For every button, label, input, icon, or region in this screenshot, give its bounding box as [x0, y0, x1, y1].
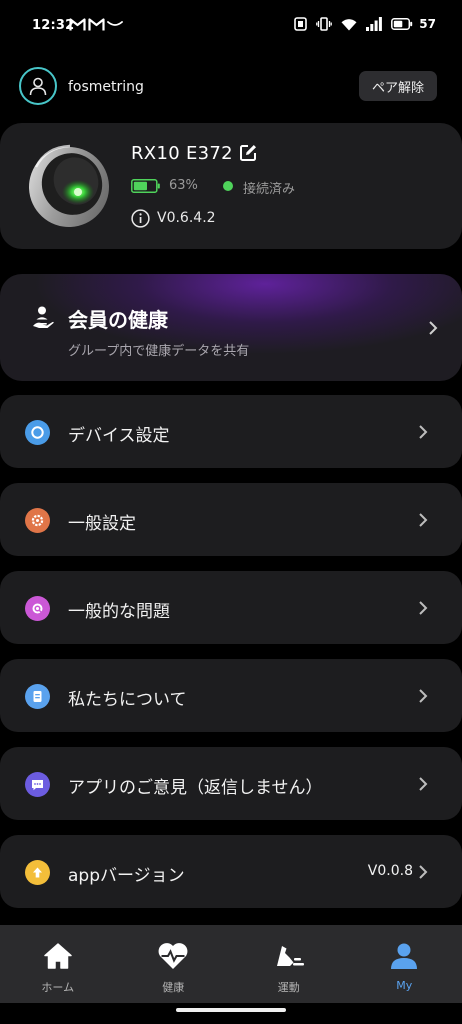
nfc-icon — [294, 17, 308, 31]
menu-row-feedback[interactable]: アプリのご意見（返信しません） — [0, 747, 462, 820]
edit-icon[interactable] — [238, 143, 258, 163]
general-settings-icon — [25, 508, 50, 533]
nav-label: 健康 — [162, 981, 185, 994]
chevron-right-icon — [419, 689, 428, 703]
app-version-value: V0.0.8 — [367, 863, 413, 879]
bottom-navigation: ホーム 健康 運動 My — [0, 925, 462, 1003]
gmail-icon — [88, 18, 105, 31]
connection-status-dot — [223, 181, 233, 191]
info-icon — [131, 209, 150, 228]
nav-label: My — [396, 979, 413, 992]
menu-row-label: 私たちについて — [68, 690, 187, 710]
person-outline-icon — [29, 77, 47, 96]
avatar[interactable] — [19, 67, 57, 105]
menu-row-label: appバージョン — [68, 866, 185, 886]
nav-tab-my[interactable]: My — [347, 925, 462, 1003]
wifi-icon — [341, 18, 357, 30]
dash-icon — [107, 21, 123, 26]
chevron-right-icon — [429, 321, 438, 335]
menu-row-about-us[interactable]: 私たちについて — [0, 659, 462, 732]
connection-status-text: 接続済み — [243, 182, 296, 197]
nav-tab-exercise[interactable]: 運動 — [231, 925, 347, 1003]
battery-icon — [391, 18, 413, 30]
about-icon — [25, 684, 50, 709]
smart-ring-image — [29, 144, 109, 227]
menu-row-faq[interactable]: 一般的な問題 — [0, 571, 462, 644]
gesture-area — [0, 1003, 462, 1024]
device-card[interactable]: RX10 E372 63% 接続済み V0.6.4.2 — [0, 123, 462, 249]
gmail-icon — [69, 18, 86, 31]
vibrate-icon — [316, 17, 333, 31]
device-name: RX10 E372 — [131, 143, 233, 164]
battery-level-text: 57 — [419, 17, 436, 31]
nav-label: ホーム — [41, 981, 75, 994]
menu-row-label: アプリのご意見（返信しません） — [68, 778, 323, 798]
my-page-screen: 12:32 57 fosmetring ペア解除 RX10 E372 63% 接… — [0, 0, 462, 1024]
firmware-version: V0.6.4.2 — [157, 210, 216, 226]
menu-row-general-settings[interactable]: 一般設定 — [0, 483, 462, 556]
device-battery-percent: 63% — [169, 178, 198, 193]
shoe-icon — [276, 946, 304, 966]
app-version-icon — [25, 860, 50, 885]
chevron-right-icon — [419, 777, 428, 791]
chevron-right-icon — [419, 513, 428, 527]
unpair-button[interactable]: ペア解除 — [359, 71, 437, 101]
status-bar: 12:32 57 — [0, 0, 462, 52]
signal-icon — [366, 17, 383, 31]
status-icons: 57 — [294, 17, 436, 31]
hand-care-icon — [33, 306, 54, 328]
nav-label: 運動 — [277, 981, 300, 994]
device-battery-icon — [131, 179, 160, 193]
username: fosmetring — [68, 79, 144, 95]
heart-icon — [158, 943, 188, 969]
menu-row-label: 一般設定 — [68, 514, 136, 534]
home-icon — [44, 943, 72, 969]
menu-row-label: 一般的な問題 — [68, 602, 170, 622]
faq-icon — [25, 596, 50, 621]
gesture-handle[interactable] — [176, 1008, 286, 1012]
chevron-right-icon — [419, 865, 428, 879]
member-health-subtitle: グループ内で健康データを共有 — [68, 344, 250, 359]
menu-row-app-version[interactable]: appバージョン V0.0.8 — [0, 835, 462, 908]
menu-row-label: デバイス設定 — [68, 426, 170, 446]
nav-tab-health[interactable]: 健康 — [116, 925, 232, 1003]
chevron-right-icon — [419, 425, 428, 439]
person-icon — [391, 943, 418, 969]
menu-row-device-settings[interactable]: デバイス設定 — [0, 395, 462, 468]
member-health-title: 会員の健康 — [68, 308, 168, 332]
feedback-icon — [25, 772, 50, 797]
device-settings-icon — [25, 420, 50, 445]
nav-tab-home[interactable]: ホーム — [0, 925, 116, 1003]
chevron-right-icon — [419, 601, 428, 615]
